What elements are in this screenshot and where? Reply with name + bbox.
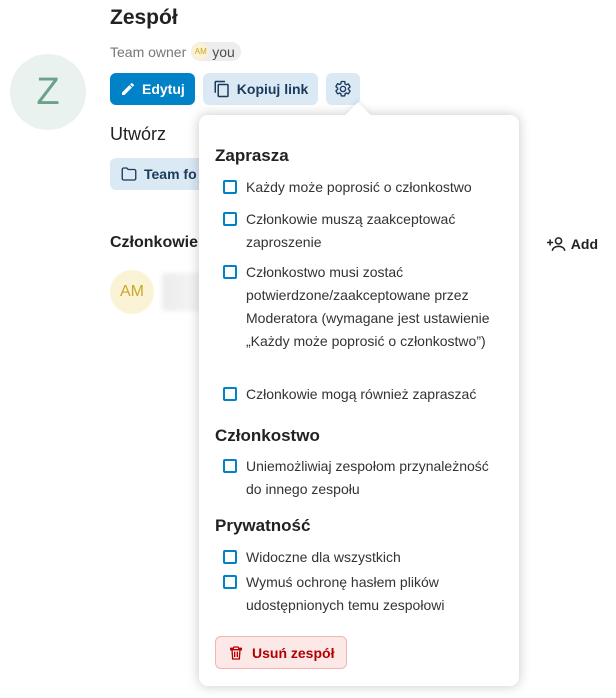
- owner-name: you: [212, 43, 235, 60]
- owner-avatar: AM: [192, 43, 210, 60]
- checkbox[interactable]: [223, 212, 237, 226]
- option-visible-to-all[interactable]: Widoczne dla wszystkich: [223, 546, 503, 569]
- delete-team-button[interactable]: Usuń zespół: [215, 636, 348, 669]
- option-anyone-can-request[interactable]: Każdy może poprosić o członkostwo: [223, 176, 503, 199]
- option-moderator-confirm[interactable]: Członkostwo musi zostać potwierdzone/zaa…: [223, 261, 503, 353]
- member-name-redacted: [162, 273, 202, 311]
- owner-line: Team owner AM you: [110, 42, 241, 61]
- section-title-privacy: Prywatność: [215, 516, 311, 535]
- settings-button[interactable]: [326, 73, 361, 105]
- edit-button[interactable]: Edytuj: [110, 73, 195, 105]
- option-enforce-password[interactable]: Wymuś ochronę hasłem plików udostępniony…: [223, 571, 503, 617]
- avatar: AM: [110, 270, 154, 314]
- option-label: Widoczne dla wszystkich: [246, 549, 401, 565]
- add-member-button[interactable]: Add: [546, 235, 598, 253]
- option-label: Członkowie mogą również zapraszać: [246, 386, 477, 402]
- copy-link-button[interactable]: Kopiuj link: [202, 73, 319, 105]
- team-folder-button[interactable]: Team fo: [110, 158, 210, 190]
- owner-chip[interactable]: AM you: [191, 42, 241, 61]
- settings-popover: Zaprasza Każdy może poprosić o członkost…: [199, 115, 519, 686]
- section-title-membership: Członkostwo: [215, 426, 320, 445]
- team-page: Z Zespół Team owner AM you Edytuj Kopiuj…: [0, 0, 616, 698]
- option-label: Członkostwo musi zostać potwierdzone/zaa…: [246, 264, 490, 349]
- members-heading: Członkowie: [110, 234, 199, 251]
- trash-icon: [230, 645, 242, 660]
- gear-icon: [335, 80, 352, 97]
- edit-button-label: Edytuj: [142, 81, 185, 97]
- option-members-can-invite[interactable]: Członkowie mogą również zapraszać: [223, 383, 503, 406]
- option-prevent-team-in-team[interactable]: Uniemożliwiaj zespołom przynależność do …: [223, 455, 503, 501]
- option-label: Członkowie muszą zaakceptować zaproszeni…: [246, 211, 456, 250]
- team-actions: Edytuj Kopiuj link: [110, 73, 361, 105]
- team-initial: Z: [36, 70, 60, 113]
- owner-label: Team owner: [110, 43, 187, 60]
- team-avatar: Z: [10, 54, 86, 130]
- checkbox[interactable]: [223, 459, 237, 473]
- member-row[interactable]: AM: [110, 270, 202, 314]
- option-label: Każdy może poprosić o członkostwo: [246, 179, 472, 195]
- checkbox[interactable]: [223, 387, 237, 401]
- add-user-icon: [546, 237, 566, 252]
- pencil-icon: [122, 82, 135, 95]
- option-members-must-accept[interactable]: Członkowie muszą zaakceptować zaproszeni…: [223, 208, 503, 254]
- copy-icon: [214, 80, 229, 98]
- checkbox[interactable]: [223, 180, 237, 194]
- section-title-invites: Zaprasza: [215, 146, 289, 165]
- copy-link-label: Kopiuj link: [236, 81, 309, 97]
- checkbox[interactable]: [223, 575, 237, 589]
- create-heading: Utwórz: [110, 124, 167, 144]
- option-label: Wymuś ochronę hasłem plików udostępniony…: [246, 574, 445, 613]
- checkbox[interactable]: [223, 265, 237, 279]
- team-folder-label: Team fo: [144, 166, 197, 182]
- folder-icon: [121, 167, 137, 181]
- add-member-label: Add: [570, 236, 598, 252]
- option-label: Uniemożliwiaj zespołom przynależność do …: [246, 458, 489, 497]
- page-title: Zespół: [110, 6, 178, 29]
- checkbox[interactable]: [223, 550, 237, 564]
- delete-team-label: Usuń zespół: [252, 644, 335, 661]
